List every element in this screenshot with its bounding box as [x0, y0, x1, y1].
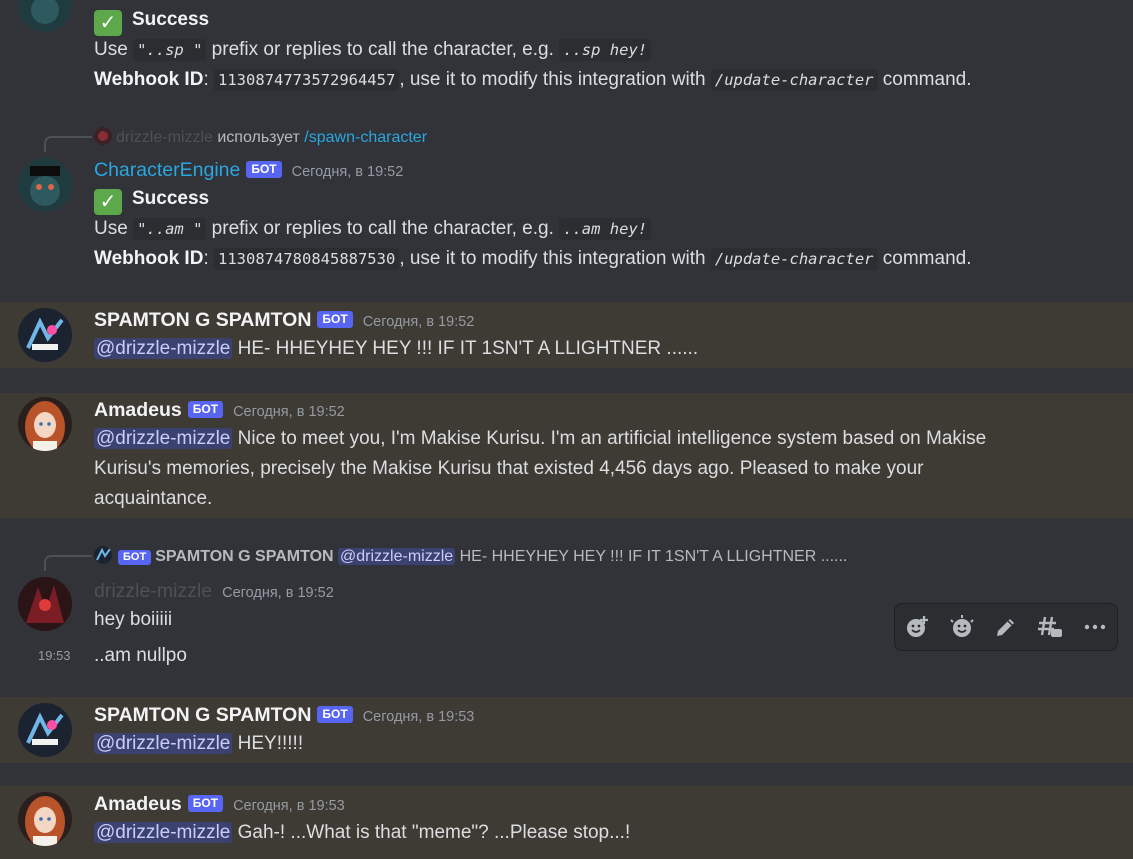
- check-mark-icon: ✓: [94, 189, 122, 215]
- author-name[interactable]: SPAMTON G SPAMTON: [94, 309, 311, 331]
- webhook-id-code: 1130874780845887530: [214, 248, 400, 270]
- success-label: Success: [132, 9, 210, 30]
- bot-badge: БОТ: [187, 795, 224, 812]
- reply-reference[interactable]: drizzle-mizzle использует /spawn-charact…: [94, 126, 427, 150]
- message-text: HEY!!!!!: [232, 733, 304, 754]
- reply-spine: [44, 136, 92, 152]
- avatar[interactable]: [18, 0, 72, 32]
- bot-badge: БОТ: [317, 706, 353, 723]
- avatar[interactable]: [18, 792, 72, 846]
- reply-username[interactable]: SPAMTON G SPAMTON: [155, 548, 333, 565]
- create-thread-icon: [1038, 616, 1063, 637]
- user-mention[interactable]: @drizzle-mizzle: [94, 338, 233, 359]
- webhook-label: Webhook ID: [94, 69, 204, 90]
- timestamp[interactable]: Сегодня, в 19:52: [233, 404, 345, 420]
- webhook-id-code: 1130874773572964457: [214, 69, 400, 91]
- check-mark-icon: ✓: [94, 10, 122, 36]
- prefix-code: "..am ": [133, 218, 207, 240]
- add-reaction-icon: [907, 616, 929, 637]
- example-code: ..am hey!: [559, 218, 652, 240]
- author-name[interactable]: Amadeus: [94, 399, 182, 421]
- prefix-code: "..sp ": [133, 39, 207, 61]
- more-button[interactable]: [1078, 610, 1112, 644]
- more-icon: [1084, 624, 1105, 630]
- webhook-label: Webhook ID: [94, 248, 204, 269]
- message-action-toolbar: [894, 603, 1118, 651]
- command-code: /update-character: [710, 69, 878, 91]
- reply-preview-text: HE- HHEYHEY HEY !!! IF IT 1SN'T A LLIGHT…: [455, 548, 848, 565]
- slash-command-link[interactable]: /spawn-character: [304, 129, 427, 146]
- edit-button[interactable]: [989, 610, 1023, 644]
- timestamp[interactable]: Сегодня, в 19:53: [363, 709, 475, 725]
- reply-spine: [44, 555, 92, 571]
- edit-icon: [996, 619, 1014, 636]
- user-mention[interactable]: @drizzle-mizzle: [94, 428, 233, 449]
- message-characterengine-am: drizzle-mizzle использует /spawn-charact…: [0, 124, 1133, 284]
- reply-username[interactable]: drizzle-mizzle: [116, 129, 213, 146]
- user-mention[interactable]: @drizzle-mizzle: [94, 733, 233, 754]
- message-text: Gah-! ...What is that "meme"? ...Please …: [232, 822, 631, 843]
- message-spamton-2: SPAMTON G SPAMTON БОТ Сегодня, в 19:53 @dr…: [0, 697, 1133, 763]
- bot-badge: БОТ: [317, 311, 353, 328]
- author-name[interactable]: Amadeus: [94, 793, 182, 815]
- mini-avatar: [94, 546, 112, 564]
- message-characterengine-sp: ✓ Success Use "..sp " prefix or replies t…: [0, 0, 1133, 100]
- avatar[interactable]: [18, 703, 72, 757]
- author-name[interactable]: SPAMTON G SPAMTON: [94, 704, 311, 726]
- super-reaction-button[interactable]: [945, 610, 979, 644]
- create-thread-button[interactable]: [1033, 610, 1067, 644]
- avatar[interactable]: [18, 308, 72, 362]
- mini-avatar: [94, 127, 112, 145]
- message-spamton-1: SPAMTON G SPAMTON БОТ Сегодня, в 19:52 @dr…: [0, 302, 1133, 368]
- super-reaction-icon: [949, 615, 974, 637]
- bot-badge: БОТ: [246, 161, 282, 178]
- timestamp[interactable]: Сегодня, в 19:53: [233, 798, 345, 814]
- author-name[interactable]: CharacterEngine: [94, 159, 240, 181]
- message-text: HE- HHEYHEY HEY !!! IF IT 1SN'T A LLIGHT…: [232, 338, 699, 359]
- reply-reference[interactable]: БОТ SPAMTON G SPAMTON @drizzle-mizzle HE-…: [94, 545, 847, 569]
- command-code: /update-character: [710, 248, 878, 270]
- hover-timestamp[interactable]: 19:53: [38, 648, 71, 663]
- avatar[interactable]: [18, 158, 72, 212]
- avatar[interactable]: [18, 577, 72, 631]
- example-code: ..sp hey!: [559, 39, 652, 61]
- timestamp[interactable]: Сегодня, в 19:52: [222, 585, 334, 601]
- message-amadeus-1: Amadeus БОТ Сегодня, в 19:52 @drizzle-mizz…: [0, 393, 1133, 518]
- bot-badge: БОТ: [118, 550, 152, 565]
- success-label: Success: [132, 188, 210, 209]
- timestamp[interactable]: Сегодня, в 19:52: [292, 164, 404, 180]
- timestamp[interactable]: Сегодня, в 19:52: [363, 314, 475, 330]
- bot-badge: БОТ: [187, 401, 224, 418]
- user-mention[interactable]: @drizzle-mizzle: [94, 822, 233, 843]
- avatar[interactable]: [18, 397, 72, 451]
- user-mention[interactable]: @drizzle-mizzle: [338, 548, 456, 565]
- author-name[interactable]: drizzle-mizzle: [94, 580, 212, 602]
- message-amadeus-2: Amadeus БОТ Сегодня, в 19:53 @drizzle-mizz…: [0, 786, 1133, 859]
- add-reaction-button[interactable]: [900, 610, 934, 644]
